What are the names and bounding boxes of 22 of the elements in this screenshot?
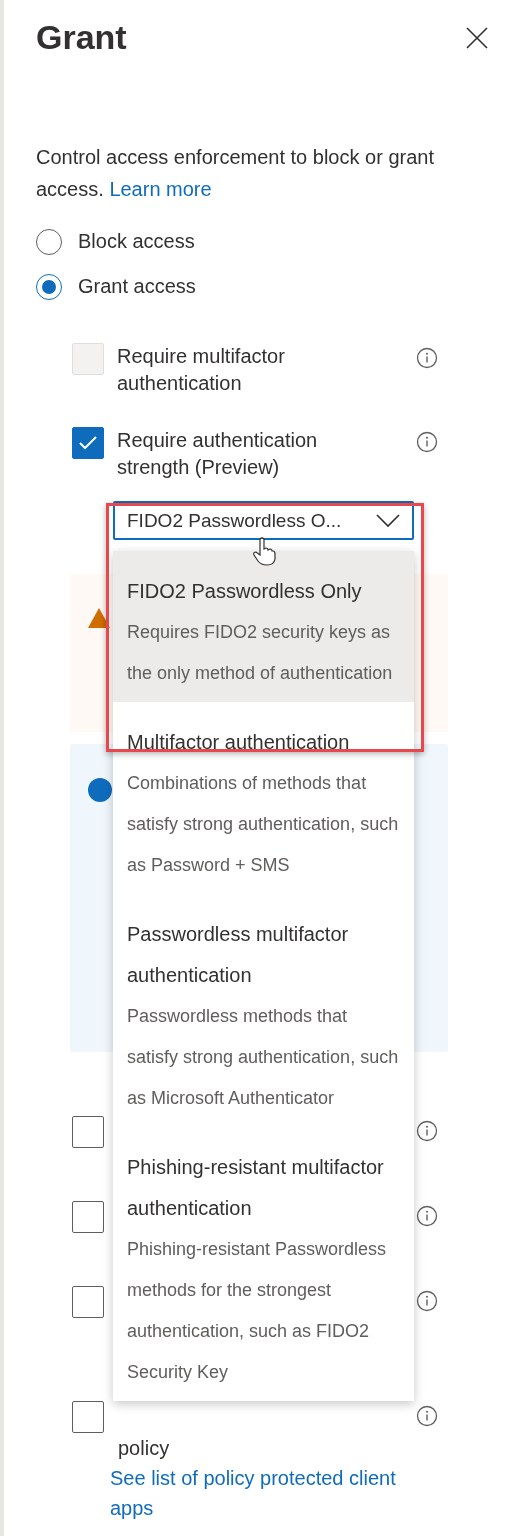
checkmark-icon [78, 435, 98, 451]
checkbox[interactable] [72, 1201, 104, 1233]
checkbox[interactable] [72, 1286, 104, 1318]
chevron-down-icon [376, 513, 400, 528]
radio-label: Grant access [78, 275, 196, 298]
checkbox[interactable] [72, 1116, 104, 1148]
dropdown-option[interactable]: Passwordless multifactor authentication Passwordless methods that satisfy strong authentication, such as Microsoft Authenticator [113, 894, 414, 1127]
hand-cursor-icon [252, 537, 276, 567]
client-apps-link[interactable]: See list of policy protected client apps [110, 1463, 430, 1523]
dropdown-option[interactable]: Multifactor authentication Combinations of methods that satisfy strong authentication, such as Password + SMS [113, 702, 414, 894]
panel-title: Grant [36, 18, 127, 57]
learn-more-link[interactable]: Learn more [109, 178, 212, 200]
description-text: Control access enforcement to block or grant access. Learn more [36, 145, 435, 202]
dropdown-option[interactable]: Phishing-resistant multifactor authentication Phishing-resistant Passwordless methods for the strongest authentication, such as FIDO2 Security Key [113, 1127, 414, 1401]
checkbox-label: Require multifactor authentication [117, 344, 286, 396]
strength-dropdown[interactable]: FIDO2 Passwordless O... [113, 501, 414, 540]
checkbox[interactable] [72, 1401, 104, 1433]
checkbox-label: policy [118, 1436, 171, 1461]
checkbox-label: Require authentication strength (Preview) [117, 428, 319, 480]
radio-label: Block access [78, 230, 195, 253]
checkbox[interactable] [72, 427, 104, 459]
dropdown-option[interactable]: FIDO2 Passwordless Only Requires FIDO2 security keys as the only method of authentication [113, 551, 414, 702]
